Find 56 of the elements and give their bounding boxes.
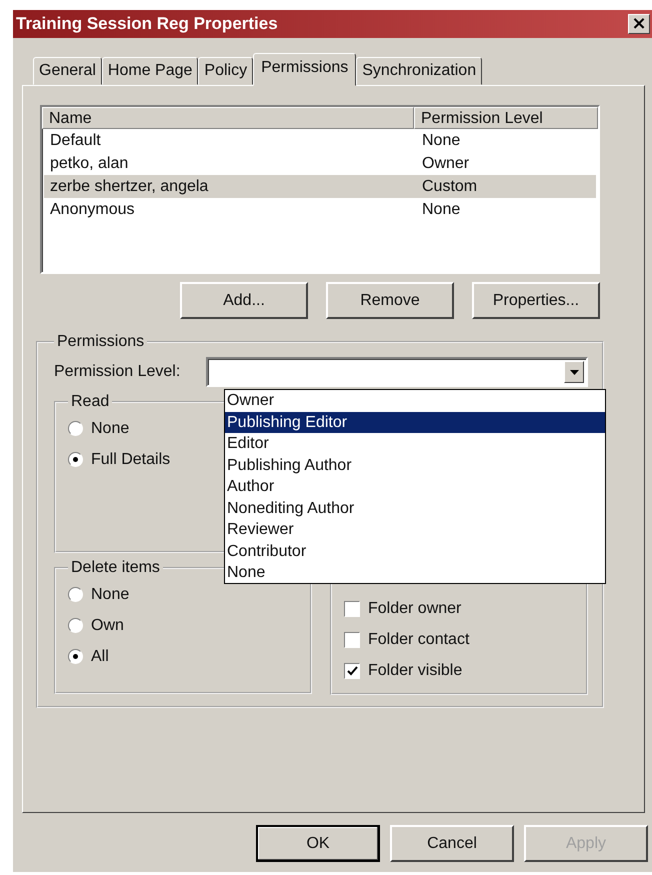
radio-button[interactable] (68, 421, 83, 436)
field-label: Permission Level: (54, 363, 180, 381)
tab[interactable]: General (33, 57, 102, 85)
option-label: Full Details (91, 450, 170, 468)
permission-level-combo[interactable] (206, 357, 588, 387)
list-row[interactable]: zerbe shertzer, angela Custom (44, 175, 596, 198)
checkbox[interactable] (344, 600, 360, 616)
dialog-button[interactable]: Cancel (390, 825, 514, 862)
dropdown-item[interactable]: Author (225, 476, 605, 498)
option-label: None (91, 586, 130, 604)
group-label: Read (70, 393, 110, 411)
radio-button[interactable] (68, 452, 83, 467)
group-label: Permissions (56, 333, 146, 351)
tab[interactable]: Synchronization (356, 57, 482, 85)
option-label: Folder contact (368, 630, 470, 648)
group-label: Delete items (70, 559, 161, 577)
permission-level: None (421, 200, 460, 220)
option-label: Folder owner (368, 600, 462, 618)
column-header[interactable]: Name (42, 107, 414, 129)
tab[interactable]: Home Page (102, 57, 198, 85)
permission-level: None (421, 131, 460, 151)
list-row[interactable]: petko, alan Owner (44, 152, 596, 175)
user-name: Default (49, 131, 102, 151)
list-row[interactable]: Anonymous None (44, 198, 596, 221)
list-button[interactable]: Properties... (472, 282, 600, 319)
dialog-button[interactable]: OK (256, 825, 380, 862)
option-label: Folder visible (368, 662, 462, 680)
list-row[interactable]: Default None (44, 129, 596, 152)
dropdown-item[interactable]: Publishing Author (225, 454, 605, 476)
dropdown-item[interactable]: None (225, 562, 605, 584)
dropdown-item[interactable]: Editor (225, 433, 605, 454)
user-name: petko, alan (49, 154, 130, 174)
option-label: Own (91, 616, 124, 634)
tab[interactable]: Permissions (253, 53, 356, 86)
radio-button[interactable] (68, 587, 83, 602)
dropdown-item[interactable]: Reviewer (225, 519, 605, 540)
tab[interactable]: Policy (198, 57, 254, 85)
checkbox[interactable] (344, 662, 360, 678)
checkbox[interactable] (344, 632, 360, 648)
user-name: zerbe shertzer, angela (49, 177, 210, 197)
dropdown-item[interactable]: Owner (225, 390, 605, 412)
option-label: All (91, 648, 109, 666)
permission-level: Custom (421, 177, 478, 197)
list-button[interactable]: Add... (180, 282, 308, 319)
radio-button[interactable] (68, 649, 83, 664)
user-name: Anonymous (49, 200, 136, 220)
window-title: Training Session Reg Properties (16, 14, 278, 34)
column-header[interactable]: Permission Level (414, 107, 598, 129)
dropdown-item[interactable]: Nonediting Author (225, 498, 605, 519)
radio-button[interactable] (68, 618, 83, 633)
option-label: None (91, 420, 130, 438)
list-button[interactable]: Remove (326, 282, 454, 319)
dropdown-item[interactable]: Publishing Editor (225, 412, 605, 433)
dropdown-item[interactable]: Contributor (225, 540, 605, 562)
permission-level: Owner (421, 154, 470, 174)
close-button[interactable]: × (628, 14, 650, 34)
